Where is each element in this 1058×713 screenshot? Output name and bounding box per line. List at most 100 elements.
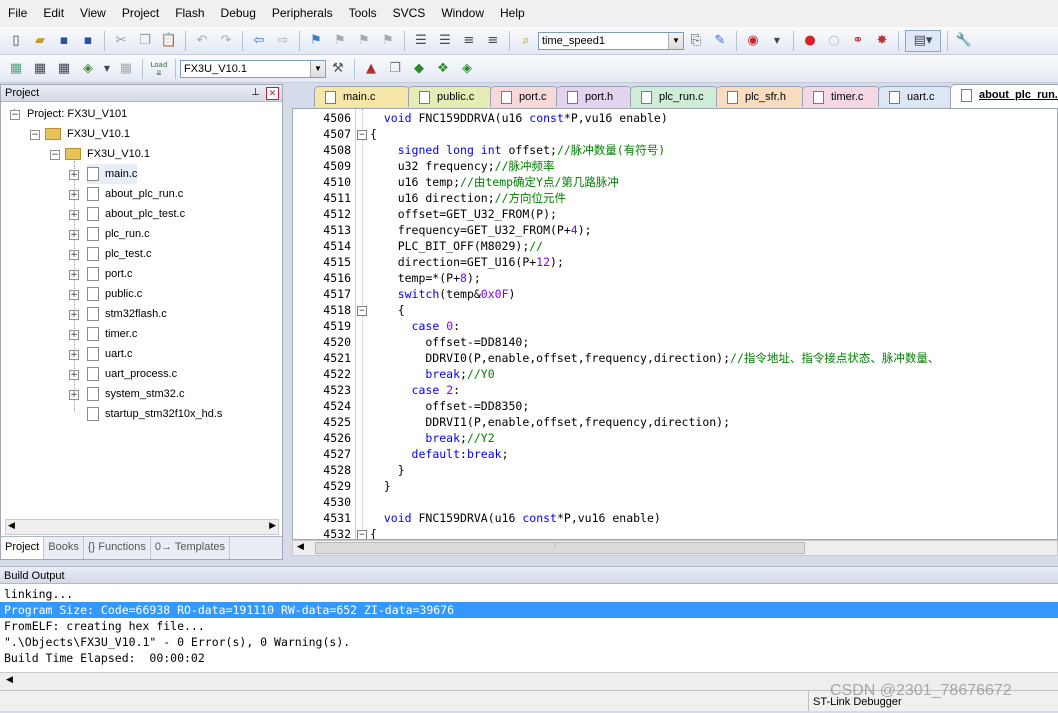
manage-rte-icon[interactable]: ◆ — [409, 59, 429, 79]
tree-file[interactable]: uart_process.c — [87, 364, 177, 384]
code-line[interactable]: 4513 frequency=GET_U32_FROM(P+4); — [293, 222, 1057, 238]
expand-toggle-icon[interactable]: + — [69, 350, 79, 360]
editor-tab[interactable]: about_plc_run.c — [950, 84, 1058, 108]
fold-toggle-icon[interactable]: − — [357, 306, 367, 316]
editor-tab[interactable]: uart.c — [878, 86, 952, 107]
find-combo[interactable]: time_speed1 ▼ — [538, 31, 684, 50]
code-editor[interactable]: 4506 void FNC159DDRVA(u16 const*P,vu16 e… — [292, 108, 1058, 540]
pin-icon[interactable]: ⊥ — [251, 85, 260, 101]
scroll-right-icon[interactable]: ▶ — [269, 521, 276, 531]
scrollbar-thumb[interactable]: ⦙ — [315, 541, 805, 554]
code-line[interactable]: 4527 default:break; — [293, 446, 1057, 462]
breakpoint-kill-all-icon[interactable]: ✸ — [872, 31, 892, 51]
editor-tab[interactable]: port.c — [490, 86, 558, 107]
code-line[interactable]: 4508 signed long int offset;//脉冲数量(有符号) — [293, 142, 1057, 158]
tree-project-root[interactable]: ⚙Project: FX3U_V101 — [9, 104, 127, 124]
bookmark-icon[interactable]: ⚑ — [306, 31, 326, 51]
code-line[interactable]: 4517 switch(temp&0x0F) — [293, 286, 1057, 302]
expand-toggle-icon[interactable]: − — [10, 110, 20, 120]
code-line[interactable]: 4512 offset=GET_U32_FROM(P); — [293, 206, 1057, 222]
code-line[interactable]: 4509 u32 frequency;//脉冲频率 — [293, 158, 1057, 174]
expand-toggle-icon[interactable]: − — [30, 130, 40, 140]
build-output-line[interactable]: Program Size: Code=66938 RO-data=191110 … — [0, 602, 1058, 618]
editor-tab[interactable]: public.c — [408, 86, 492, 107]
code-line[interactable]: 4526 break;//Y2 — [293, 430, 1057, 446]
expand-toggle-icon[interactable]: + — [69, 170, 79, 180]
breakpoint-disable-icon[interactable]: ○ — [824, 31, 844, 51]
tree-file[interactable]: startup_stm32f10x_hd.s — [87, 404, 222, 424]
load-icon[interactable]: Load ⇊ — [149, 59, 169, 79]
code-line[interactable]: 4522 break;//Y0 — [293, 366, 1057, 382]
bookmark-clear-icon[interactable]: ⚑ — [378, 31, 398, 51]
tree-target[interactable]: FX3U_V10.1 — [45, 124, 130, 144]
build-icon[interactable]: ▦ — [30, 59, 50, 79]
manage-components-icon[interactable]: ◈ — [457, 59, 477, 79]
build-output-line[interactable]: Build Time Elapsed: 00:00:02 — [0, 650, 1058, 666]
window-layout-icon[interactable]: ▤▾ — [905, 29, 941, 52]
configure-icon[interactable]: 🔧 — [954, 31, 974, 51]
chevron-down-icon[interactable]: ▼ — [668, 32, 683, 49]
bookmark-prev-icon[interactable]: ⚑ — [330, 31, 350, 51]
code-line[interactable]: 4507−{ — [293, 126, 1057, 142]
editor-tab[interactable]: timer.c — [802, 86, 880, 107]
editor-tab[interactable]: port.h — [556, 86, 632, 107]
build-output-line[interactable]: FromELF: creating hex file... — [0, 618, 1058, 634]
breakpoint-disable-all-icon[interactable]: ⚭ — [848, 31, 868, 51]
expand-toggle-icon[interactable]: + — [69, 190, 79, 200]
uncomment-icon[interactable]: ≡ — [483, 31, 503, 51]
menu-edit[interactable]: Edit — [35, 0, 72, 27]
editor-horizontal-scrollbar[interactable]: ◀ ⦙ — [292, 540, 1058, 556]
debug-session-icon[interactable]: ◉ — [743, 31, 763, 51]
unindent-icon[interactable]: ☰ — [435, 31, 455, 51]
project-tab-3[interactable]: 0→ Templates — [151, 537, 231, 559]
scroll-left-icon[interactable]: ◀ — [6, 675, 13, 685]
code-line[interactable]: 4529 } — [293, 478, 1057, 494]
code-line[interactable]: 4521 DDRVI0(P,enable,offset,frequency,di… — [293, 350, 1057, 366]
target-options-icon[interactable]: ⚒ — [328, 59, 348, 79]
menu-debug[interactable]: Debug — [213, 0, 264, 27]
chevron-down-icon[interactable]: ▼ — [102, 59, 112, 79]
find-in-files-icon[interactable]: ⌕ — [516, 31, 536, 51]
menu-project[interactable]: Project — [114, 0, 167, 27]
nav-forward-icon[interactable]: ⇨ — [273, 31, 293, 51]
expand-toggle-icon[interactable]: + — [69, 250, 79, 260]
code-line[interactable]: 4506 void FNC159DDRVA(u16 const*P,vu16 e… — [293, 110, 1057, 126]
menu-window[interactable]: Window — [433, 0, 492, 27]
tree-file[interactable]: timer.c — [87, 324, 137, 344]
translate-icon[interactable]: ▦ — [6, 59, 26, 79]
expand-toggle-icon[interactable]: + — [69, 370, 79, 380]
bookmark-next-icon[interactable]: ⚑ — [354, 31, 374, 51]
menu-file[interactable]: File — [0, 0, 35, 27]
code-line[interactable]: 4530 — [293, 494, 1057, 510]
expand-toggle-icon[interactable]: + — [69, 330, 79, 340]
close-icon[interactable]: ✕ — [266, 87, 279, 100]
batch-build-icon[interactable]: ◈ — [78, 59, 98, 79]
scroll-left-icon[interactable]: ◀ — [297, 542, 304, 552]
comment-icon[interactable]: ≡ — [459, 31, 479, 51]
code-line[interactable]: 4520 offset-=DD8140; — [293, 334, 1057, 350]
editor-tab[interactable]: plc_run.c — [630, 86, 718, 107]
expand-toggle-icon[interactable]: + — [69, 210, 79, 220]
expand-toggle-icon[interactable]: + — [69, 290, 79, 300]
tree-file[interactable]: plc_test.c — [87, 244, 151, 264]
expand-toggle-icon[interactable]: + — [69, 390, 79, 400]
tree-group[interactable]: FX3U_V10.1 — [65, 144, 150, 164]
menu-view[interactable]: View — [72, 0, 114, 27]
nav-back-icon[interactable]: ⇦ — [249, 31, 269, 51]
fold-toggle-icon[interactable]: − — [357, 530, 367, 539]
chevron-down-icon[interactable]: ▼ — [310, 60, 325, 77]
open-folder-icon[interactable]: ▰ — [30, 31, 50, 51]
expand-toggle-icon[interactable]: − — [50, 150, 60, 160]
find-icon[interactable]: ⎘ — [686, 31, 706, 51]
expand-toggle-icon[interactable]: + — [69, 310, 79, 320]
tree-file[interactable]: public.c — [87, 284, 142, 304]
code-line[interactable]: 4519 case 0: — [293, 318, 1057, 334]
pack-installer-icon[interactable]: ❖ — [433, 59, 453, 79]
code-line[interactable]: 4525 DDRVI1(P,enable,offset,frequency,di… — [293, 414, 1057, 430]
tree-file[interactable]: about_plc_test.c — [87, 204, 185, 224]
project-tab-0[interactable]: Project — [1, 537, 45, 559]
build-output-line[interactable]: ".\Objects\FX3U_V10.1" - 0 Error(s), 0 W… — [0, 634, 1058, 650]
undo-icon[interactable]: ↶ — [192, 31, 212, 51]
tree-file[interactable]: about_plc_run.c — [87, 184, 183, 204]
tree-file[interactable]: stm32flash.c — [87, 304, 167, 324]
